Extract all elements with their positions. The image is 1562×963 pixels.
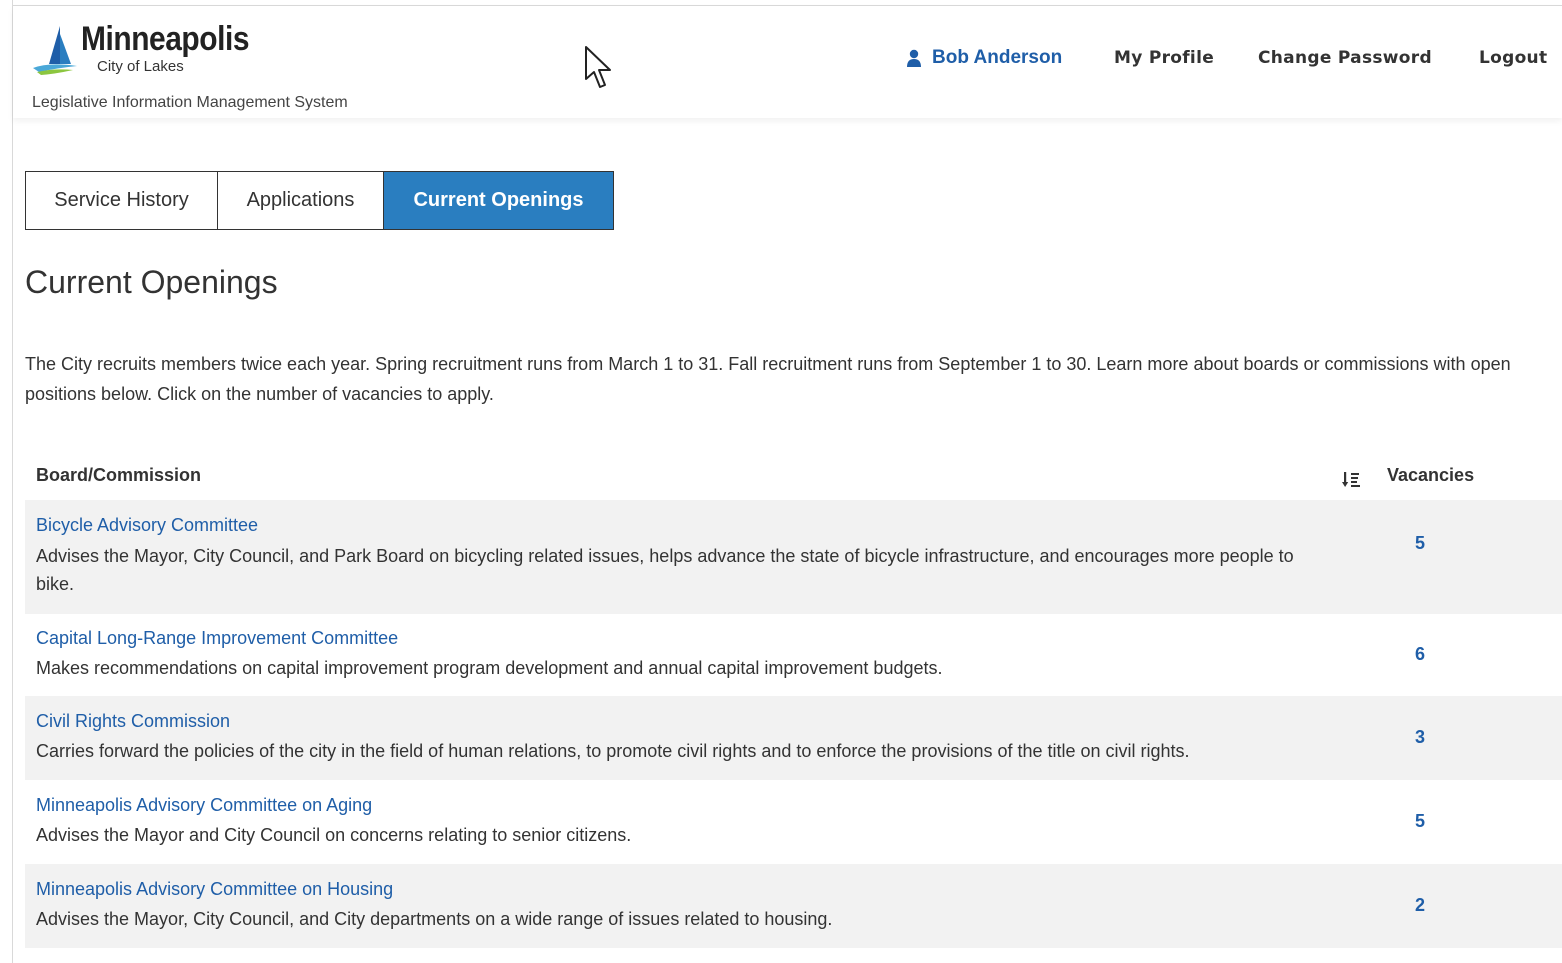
page-border xyxy=(12,0,13,963)
table-header: Board/Commission Vacancies xyxy=(25,452,1562,500)
column-header-vacancies[interactable]: Vacancies xyxy=(1387,465,1474,486)
change-password-link[interactable]: Change Password xyxy=(1258,46,1432,70)
mouse-cursor-icon xyxy=(585,46,611,88)
tab-applications[interactable]: Applications xyxy=(218,171,384,230)
logout-link[interactable]: Logout xyxy=(1479,46,1547,70)
tab-bar: Service History Applications Current Ope… xyxy=(25,171,614,230)
board-description: Advises the Mayor, City Council, and Par… xyxy=(36,546,1294,594)
table-row: Minneapolis Advisory Committee on Housin… xyxy=(25,864,1562,948)
vacancies-link[interactable]: 5 xyxy=(1415,811,1425,832)
site-header: Minneapolis City of Lakes Legislative In… xyxy=(13,6,1562,118)
openings-table: Board/Commission Vacancies Bicycle Advis… xyxy=(25,452,1562,948)
tab-service-history[interactable]: Service History xyxy=(25,171,218,230)
board-name-link[interactable]: Civil Rights Commission xyxy=(36,711,230,732)
board-name-link[interactable]: Bicycle Advisory Committee xyxy=(36,515,258,536)
my-profile-link[interactable]: My Profile xyxy=(1114,46,1214,70)
vacancies-link[interactable]: 6 xyxy=(1415,644,1425,665)
board-description: Advises the Mayor, City Council, and Cit… xyxy=(36,909,833,929)
table-row: Capital Long-Range Improvement Committee… xyxy=(25,614,1562,696)
tab-current-openings[interactable]: Current Openings xyxy=(384,171,614,230)
user-name: Bob Anderson xyxy=(932,47,1063,68)
user-icon xyxy=(907,49,921,67)
intro-text: The City recruits members twice each yea… xyxy=(25,354,1511,404)
page-title: Current Openings xyxy=(25,264,278,300)
vacancies-link[interactable]: 5 xyxy=(1415,533,1425,554)
city-logo-icon[interactable] xyxy=(27,20,87,80)
board-name-link[interactable]: Minneapolis Advisory Committee on Housin… xyxy=(36,879,393,900)
table-row: Civil Rights Commission Carries forward … xyxy=(25,696,1562,780)
table-row: Bicycle Advisory Committee Advises the M… xyxy=(25,500,1562,614)
board-name-link[interactable]: Minneapolis Advisory Committee on Aging xyxy=(36,795,372,816)
system-name: Legislative Information Management Syste… xyxy=(32,94,348,111)
board-description: Advises the Mayor and City Council on co… xyxy=(36,825,632,845)
sort-icon[interactable] xyxy=(1342,470,1362,490)
vacancies-link[interactable]: 3 xyxy=(1415,727,1425,748)
page: Minneapolis City of Lakes Legislative In… xyxy=(0,0,1562,963)
brand-subtitle: City of Lakes xyxy=(97,58,184,75)
column-header-board[interactable]: Board/Commission xyxy=(36,465,201,486)
brand-title[interactable]: Minneapolis xyxy=(81,20,249,59)
table-row: Minneapolis Advisory Committee on Aging … xyxy=(25,780,1562,864)
board-name-link[interactable]: Capital Long-Range Improvement Committee xyxy=(36,628,398,649)
board-description: Carries forward the policies of the city… xyxy=(36,741,1190,761)
board-description: Makes recommendations on capital improve… xyxy=(36,658,943,678)
vacancies-link[interactable]: 2 xyxy=(1415,895,1425,916)
user-name-link[interactable]: Bob Anderson xyxy=(906,46,1062,70)
